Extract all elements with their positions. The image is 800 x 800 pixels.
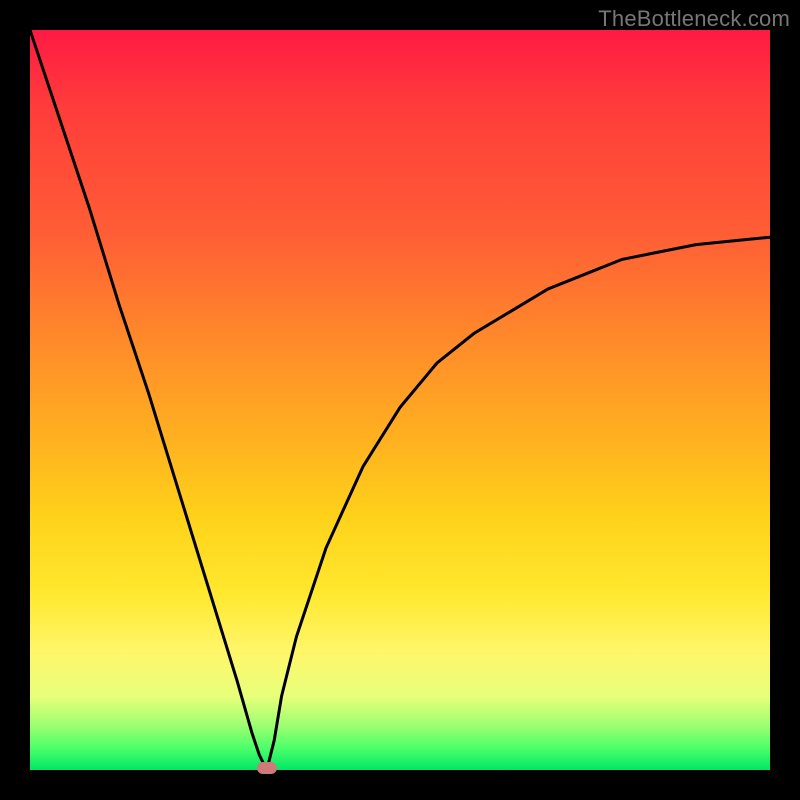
minimum-marker: [257, 762, 277, 774]
curve-svg: [30, 30, 770, 770]
plot-area: [30, 30, 770, 770]
bottleneck-curve: [30, 30, 770, 770]
watermark-text: TheBottleneck.com: [598, 6, 790, 32]
chart-frame: TheBottleneck.com: [0, 0, 800, 800]
